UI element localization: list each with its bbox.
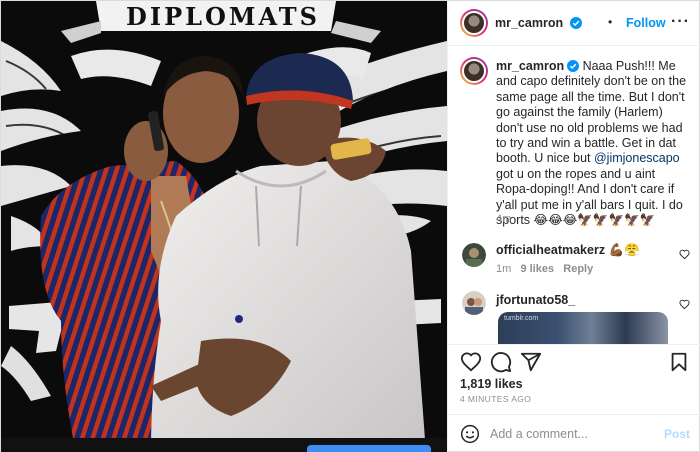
more-options-icon[interactable]: ··· <box>671 13 690 31</box>
emoji-smiley-icon[interactable] <box>460 424 480 444</box>
like-heart-icon[interactable] <box>460 351 482 373</box>
media-indicator <box>307 445 431 452</box>
mention-link[interactable]: @jimjonescapo <box>594 151 680 165</box>
commenter-username[interactable]: officialheatmakerz <box>496 243 605 257</box>
like-comment-heart-icon[interactable] <box>679 299 690 310</box>
post-photo[interactable]: DIPLOMATS <box>1 1 447 452</box>
follow-button[interactable]: Follow <box>626 16 666 30</box>
avatar[interactable] <box>460 9 488 37</box>
comment-text: officialheatmakerz 💪🏾😤 <box>496 243 640 258</box>
username-link[interactable]: mr_camron <box>495 16 582 30</box>
action-bar: 1,819 likes 4 MINUTES AGO <box>448 344 700 414</box>
caption-avatar[interactable] <box>460 57 488 85</box>
caption-age: 4m <box>496 213 512 225</box>
caption-text: mr_camron Naaa Push!!! Me and capo defin… <box>496 59 692 228</box>
verified-badge-icon <box>567 60 580 72</box>
commenter-username[interactable]: jfortunato58_ <box>496 293 575 307</box>
commenter-avatar[interactable] <box>462 243 486 267</box>
reply-button[interactable]: Reply <box>563 263 593 275</box>
comment-media-label: tumblr.com <box>504 315 539 322</box>
add-comment-bar: Post <box>448 414 700 452</box>
comments-area[interactable]: mr_camron Naaa Push!!! Me and capo defin… <box>448 47 700 344</box>
post-timestamp: 4 MINUTES AGO <box>460 394 532 404</box>
banner-text: DIPLOMATS <box>126 2 320 31</box>
caption-username[interactable]: mr_camron <box>496 59 564 73</box>
verified-badge-icon <box>569 17 582 29</box>
post-header: mr_camron • Follow ··· <box>448 1 700 46</box>
save-bookmark-icon[interactable] <box>668 351 690 373</box>
comment-text: jfortunato58_ <box>496 293 575 307</box>
comment-age: 1m <box>496 263 512 275</box>
comment-likes[interactable]: 9 likes <box>520 263 554 275</box>
photo-illustration <box>1 1 447 452</box>
comment-input[interactable] <box>490 424 650 444</box>
username-text: mr_camron <box>495 16 564 30</box>
commenter-avatar[interactable] <box>462 291 486 315</box>
caption-body-end: got u on the ropes and u aint Ropa-dopin… <box>496 166 683 228</box>
share-send-icon[interactable] <box>520 351 542 373</box>
instagram-post: DIPLOMATS mr_camron • Follow ··· mr_camr… <box>0 0 700 452</box>
comment-body: 💪🏾😤 <box>605 243 640 257</box>
comment-bubble-icon[interactable] <box>490 351 512 373</box>
comment-meta: 1m 9 likes Reply <box>496 263 593 275</box>
caption-body-start: Naaa Push!!! Me and capo definitely don'… <box>496 59 687 166</box>
post-sidebar: mr_camron • Follow ··· mr_camron Naaa Pu… <box>447 1 700 452</box>
separator-dot: • <box>608 15 613 29</box>
likes-count[interactable]: 1,819 likes <box>460 377 523 391</box>
post-comment-button[interactable]: Post <box>664 427 690 441</box>
like-comment-heart-icon[interactable] <box>679 249 690 260</box>
